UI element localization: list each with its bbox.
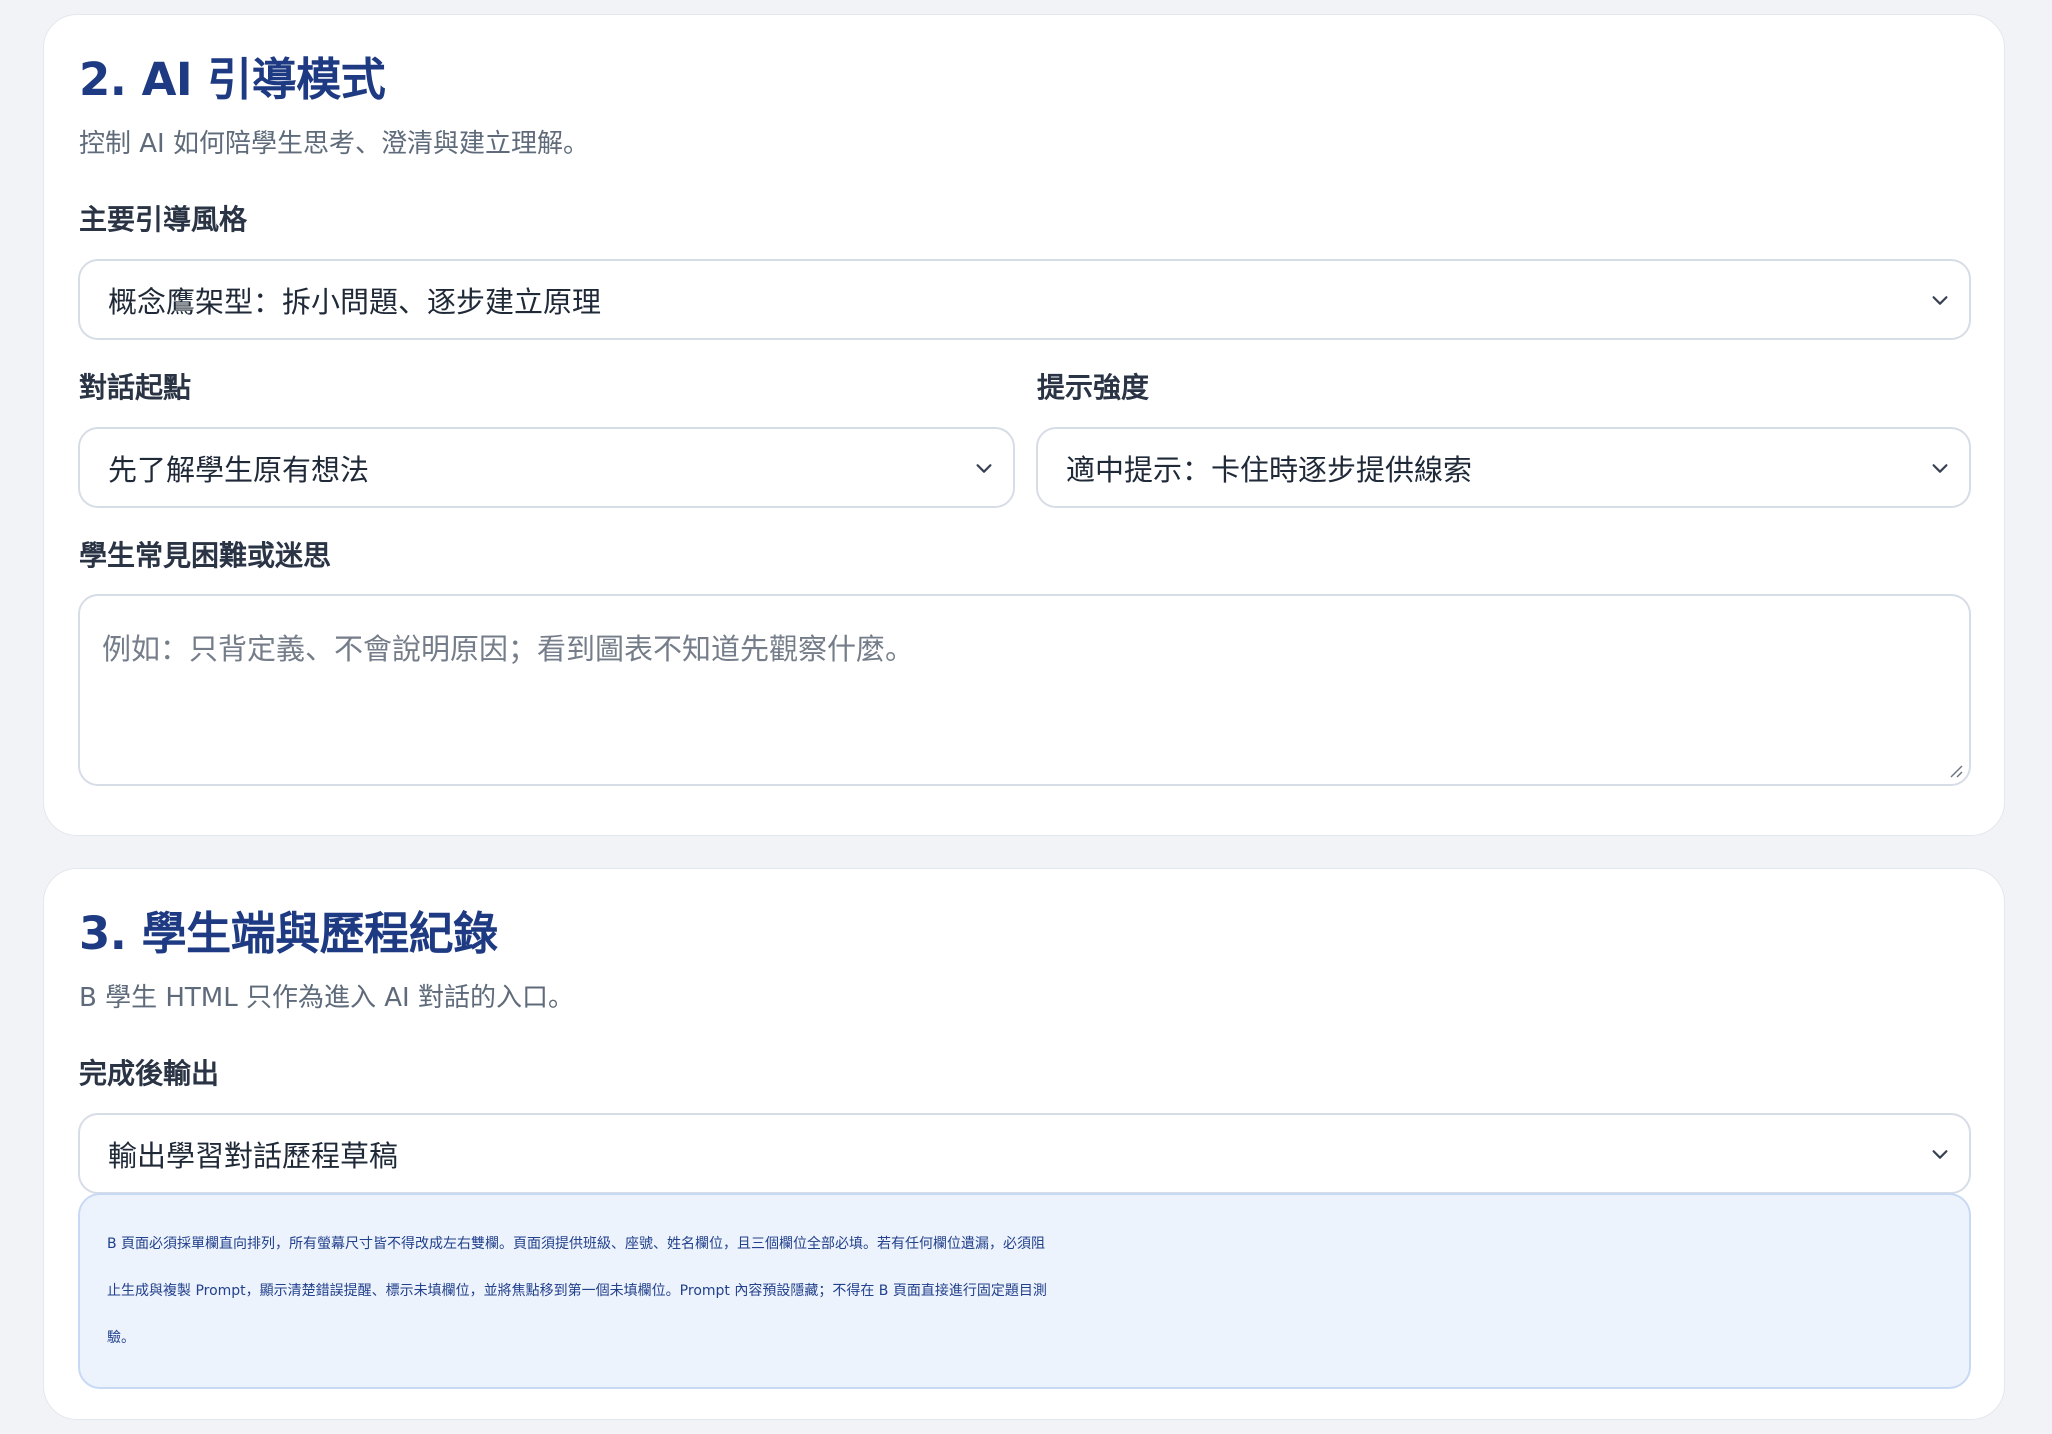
chevron-down-icon bbox=[976, 463, 992, 473]
guidance-style-label: 主要引導風格 bbox=[79, 203, 248, 236]
chevron-down-icon bbox=[1932, 295, 1948, 305]
hint-strength-label: 提示強度 bbox=[1037, 371, 1150, 404]
info-note-line: B 頁面必須採單欄直向排列，所有螢幕尺寸皆不得改成左右雙欄。頁面須提供班級、座號… bbox=[107, 1236, 1046, 1252]
chevron-down-icon bbox=[1932, 463, 1948, 473]
output-after-label: 完成後輸出 bbox=[79, 1057, 220, 1090]
guidance-style-select[interactable]: 概念鷹架型：拆小問題、逐步建立原理 bbox=[78, 259, 1971, 340]
student-records-section: 3. 學生端與歷程紀錄 B 學生 HTML 只作為進入 AI 對話的入口。 完成… bbox=[43, 868, 2005, 1420]
info-note-line: 止生成與複製 Prompt，顯示清楚錯誤提醒、標示未填欄位，並將焦點移到第一個未… bbox=[107, 1283, 1047, 1299]
chevron-down-icon bbox=[1932, 1149, 1948, 1159]
misconceptions-label: 學生常見困難或迷思 bbox=[79, 539, 332, 572]
misconceptions-textarea[interactable]: 例如：只背定義、不會說明原因；看到圖表不知道先觀察什麼。 bbox=[78, 594, 1971, 786]
section-description: B 學生 HTML 只作為進入 AI 對話的入口。 bbox=[79, 983, 574, 1013]
output-after-value: 輸出學習對話歷程草稿 bbox=[108, 1138, 399, 1173]
output-after-select[interactable]: 輸出學習對話歷程草稿 bbox=[78, 1113, 1971, 1194]
info-note: B 頁面必須採單欄直向排列，所有螢幕尺寸皆不得改成左右雙欄。頁面須提供班級、座號… bbox=[78, 1193, 1971, 1389]
guidance-style-value: 概念鷹架型：拆小問題、逐步建立原理 bbox=[108, 284, 602, 319]
dialog-start-select[interactable]: 先了解學生原有想法 bbox=[78, 427, 1015, 508]
section-title: 3. 學生端與歷程紀錄 bbox=[79, 907, 498, 960]
resize-handle-icon[interactable] bbox=[1947, 762, 1963, 778]
hint-strength-select[interactable]: 適中提示：卡住時逐步提供線索 bbox=[1036, 427, 1971, 508]
hint-strength-value: 適中提示：卡住時逐步提供線索 bbox=[1066, 452, 1473, 487]
info-note-line: 驗。 bbox=[107, 1330, 135, 1346]
dialog-start-value: 先了解學生原有想法 bbox=[108, 452, 370, 487]
dialog-start-label: 對話起點 bbox=[79, 371, 192, 404]
section-title: 2. AI 引導模式 bbox=[79, 53, 386, 106]
ai-guidance-section: 2. AI 引導模式 控制 AI 如何陪學生思考、澄清與建立理解。 主要引導風格… bbox=[43, 14, 2005, 836]
section-description: 控制 AI 如何陪學生思考、澄清與建立理解。 bbox=[79, 129, 589, 159]
misconceptions-placeholder: 例如：只背定義、不會說明原因；看到圖表不知道先觀察什麼。 bbox=[102, 632, 915, 666]
